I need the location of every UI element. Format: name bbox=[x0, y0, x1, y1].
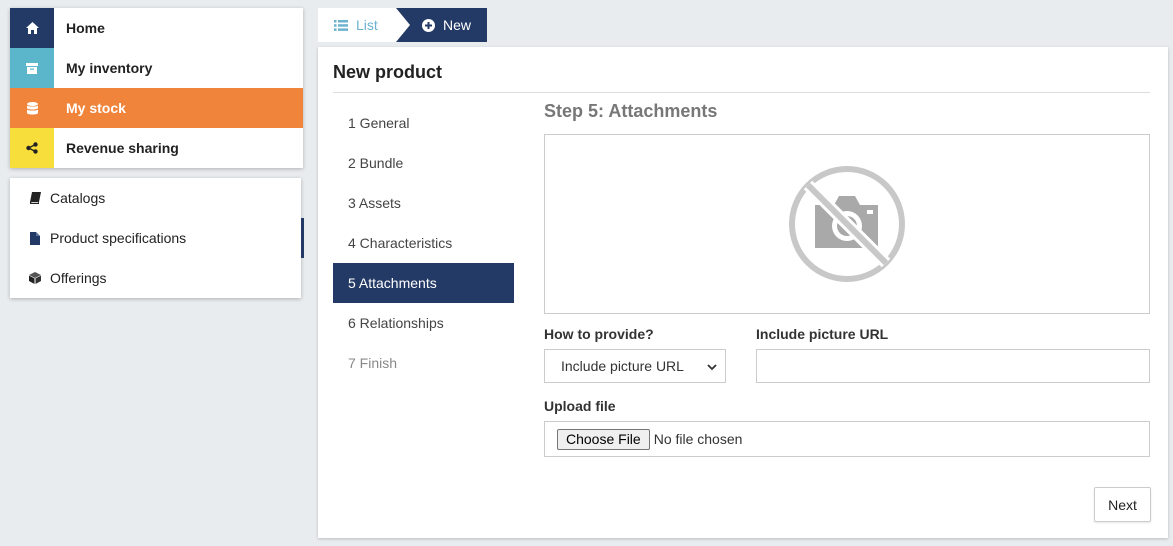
view-tabs: List New bbox=[318, 8, 488, 42]
sub-nav: Catalogs Product specifications Offering… bbox=[10, 178, 304, 298]
provide-row: How to provide? Include picture URL Incl… bbox=[544, 326, 1150, 383]
step-finish: 7 Finish bbox=[348, 355, 398, 371]
book-icon bbox=[28, 192, 42, 204]
sub-nav-label: Catalogs bbox=[50, 190, 106, 206]
picture-url-group: Include picture URL bbox=[756, 326, 1150, 383]
tab-list-label: List bbox=[356, 17, 378, 33]
nav-item-my-inventory[interactable]: My inventory bbox=[10, 48, 303, 88]
sub-nav-item-offerings[interactable]: Offerings bbox=[10, 258, 301, 298]
cube-icon bbox=[28, 272, 42, 284]
share-icon bbox=[10, 128, 54, 168]
archive-icon bbox=[10, 48, 54, 88]
sub-nav-item-catalogs[interactable]: Catalogs bbox=[10, 178, 301, 218]
step-characteristics[interactable]: 4 Characteristics bbox=[333, 223, 514, 263]
panel-title: New product bbox=[333, 62, 443, 82]
nav-item-home[interactable]: Home bbox=[10, 8, 303, 48]
tab-new-label: New bbox=[443, 17, 472, 33]
sub-nav-label: Offerings bbox=[50, 270, 107, 286]
step-bundle[interactable]: 2 Bundle bbox=[333, 143, 514, 183]
new-product-panel: New product 1 General 2 Bundle 3 Assets … bbox=[318, 47, 1168, 538]
home-icon bbox=[10, 8, 54, 48]
nav-item-label: Revenue sharing bbox=[66, 140, 179, 156]
sub-nav-label: Product specifications bbox=[50, 230, 187, 246]
select-value: Include picture URL bbox=[561, 358, 684, 374]
nav-item-label: Home bbox=[66, 20, 105, 36]
next-button[interactable]: Next bbox=[1094, 487, 1151, 522]
picture-url-label: Include picture URL bbox=[756, 326, 889, 342]
nav-item-label: My stock bbox=[66, 100, 126, 116]
step-attachments[interactable]: 5 Attachments bbox=[333, 263, 514, 303]
how-to-provide-group: How to provide? Include picture URL bbox=[544, 326, 726, 383]
main-nav: Home My inventory My stock Revenue shari… bbox=[10, 8, 303, 168]
upload-file-group: Upload file Choose File No file chosen bbox=[544, 398, 1150, 457]
upload-file-label: Upload file bbox=[544, 398, 616, 414]
upload-file-field: Choose File No file chosen bbox=[544, 421, 1150, 457]
step-title: Step 5: Attachments bbox=[544, 101, 718, 121]
file-icon bbox=[28, 231, 42, 245]
how-to-provide-label: How to provide? bbox=[544, 326, 654, 342]
step-relationships[interactable]: 6 Relationships bbox=[333, 303, 514, 343]
attachments-content: Step 5: Attachments How to provide? Incl… bbox=[544, 101, 1150, 457]
database-icon bbox=[10, 88, 54, 128]
picture-url-input[interactable] bbox=[756, 349, 1150, 383]
image-preview bbox=[544, 134, 1150, 314]
divider bbox=[333, 92, 1150, 93]
sub-nav-item-product-specifications[interactable]: Product specifications bbox=[10, 218, 304, 258]
step-general[interactable]: 1 General bbox=[333, 103, 514, 143]
how-to-provide-select[interactable]: Include picture URL bbox=[544, 349, 726, 383]
plus-circle-icon bbox=[422, 18, 435, 32]
nav-item-revenue-sharing[interactable]: Revenue sharing bbox=[10, 128, 303, 168]
no-camera-icon bbox=[789, 166, 905, 282]
choose-file-button[interactable]: Choose File bbox=[557, 428, 650, 450]
no-file-text: No file chosen bbox=[653, 431, 743, 447]
tab-list[interactable]: List bbox=[318, 8, 396, 42]
wizard-steps: 1 General 2 Bundle 3 Assets 4 Characteri… bbox=[333, 103, 514, 383]
nav-item-label: My inventory bbox=[66, 60, 153, 76]
step-assets[interactable]: 3 Assets bbox=[333, 183, 514, 223]
list-icon bbox=[334, 19, 348, 31]
tab-new[interactable]: New bbox=[396, 8, 488, 42]
chevron-down-icon bbox=[707, 358, 717, 374]
nav-item-my-stock[interactable]: My stock bbox=[10, 88, 303, 128]
